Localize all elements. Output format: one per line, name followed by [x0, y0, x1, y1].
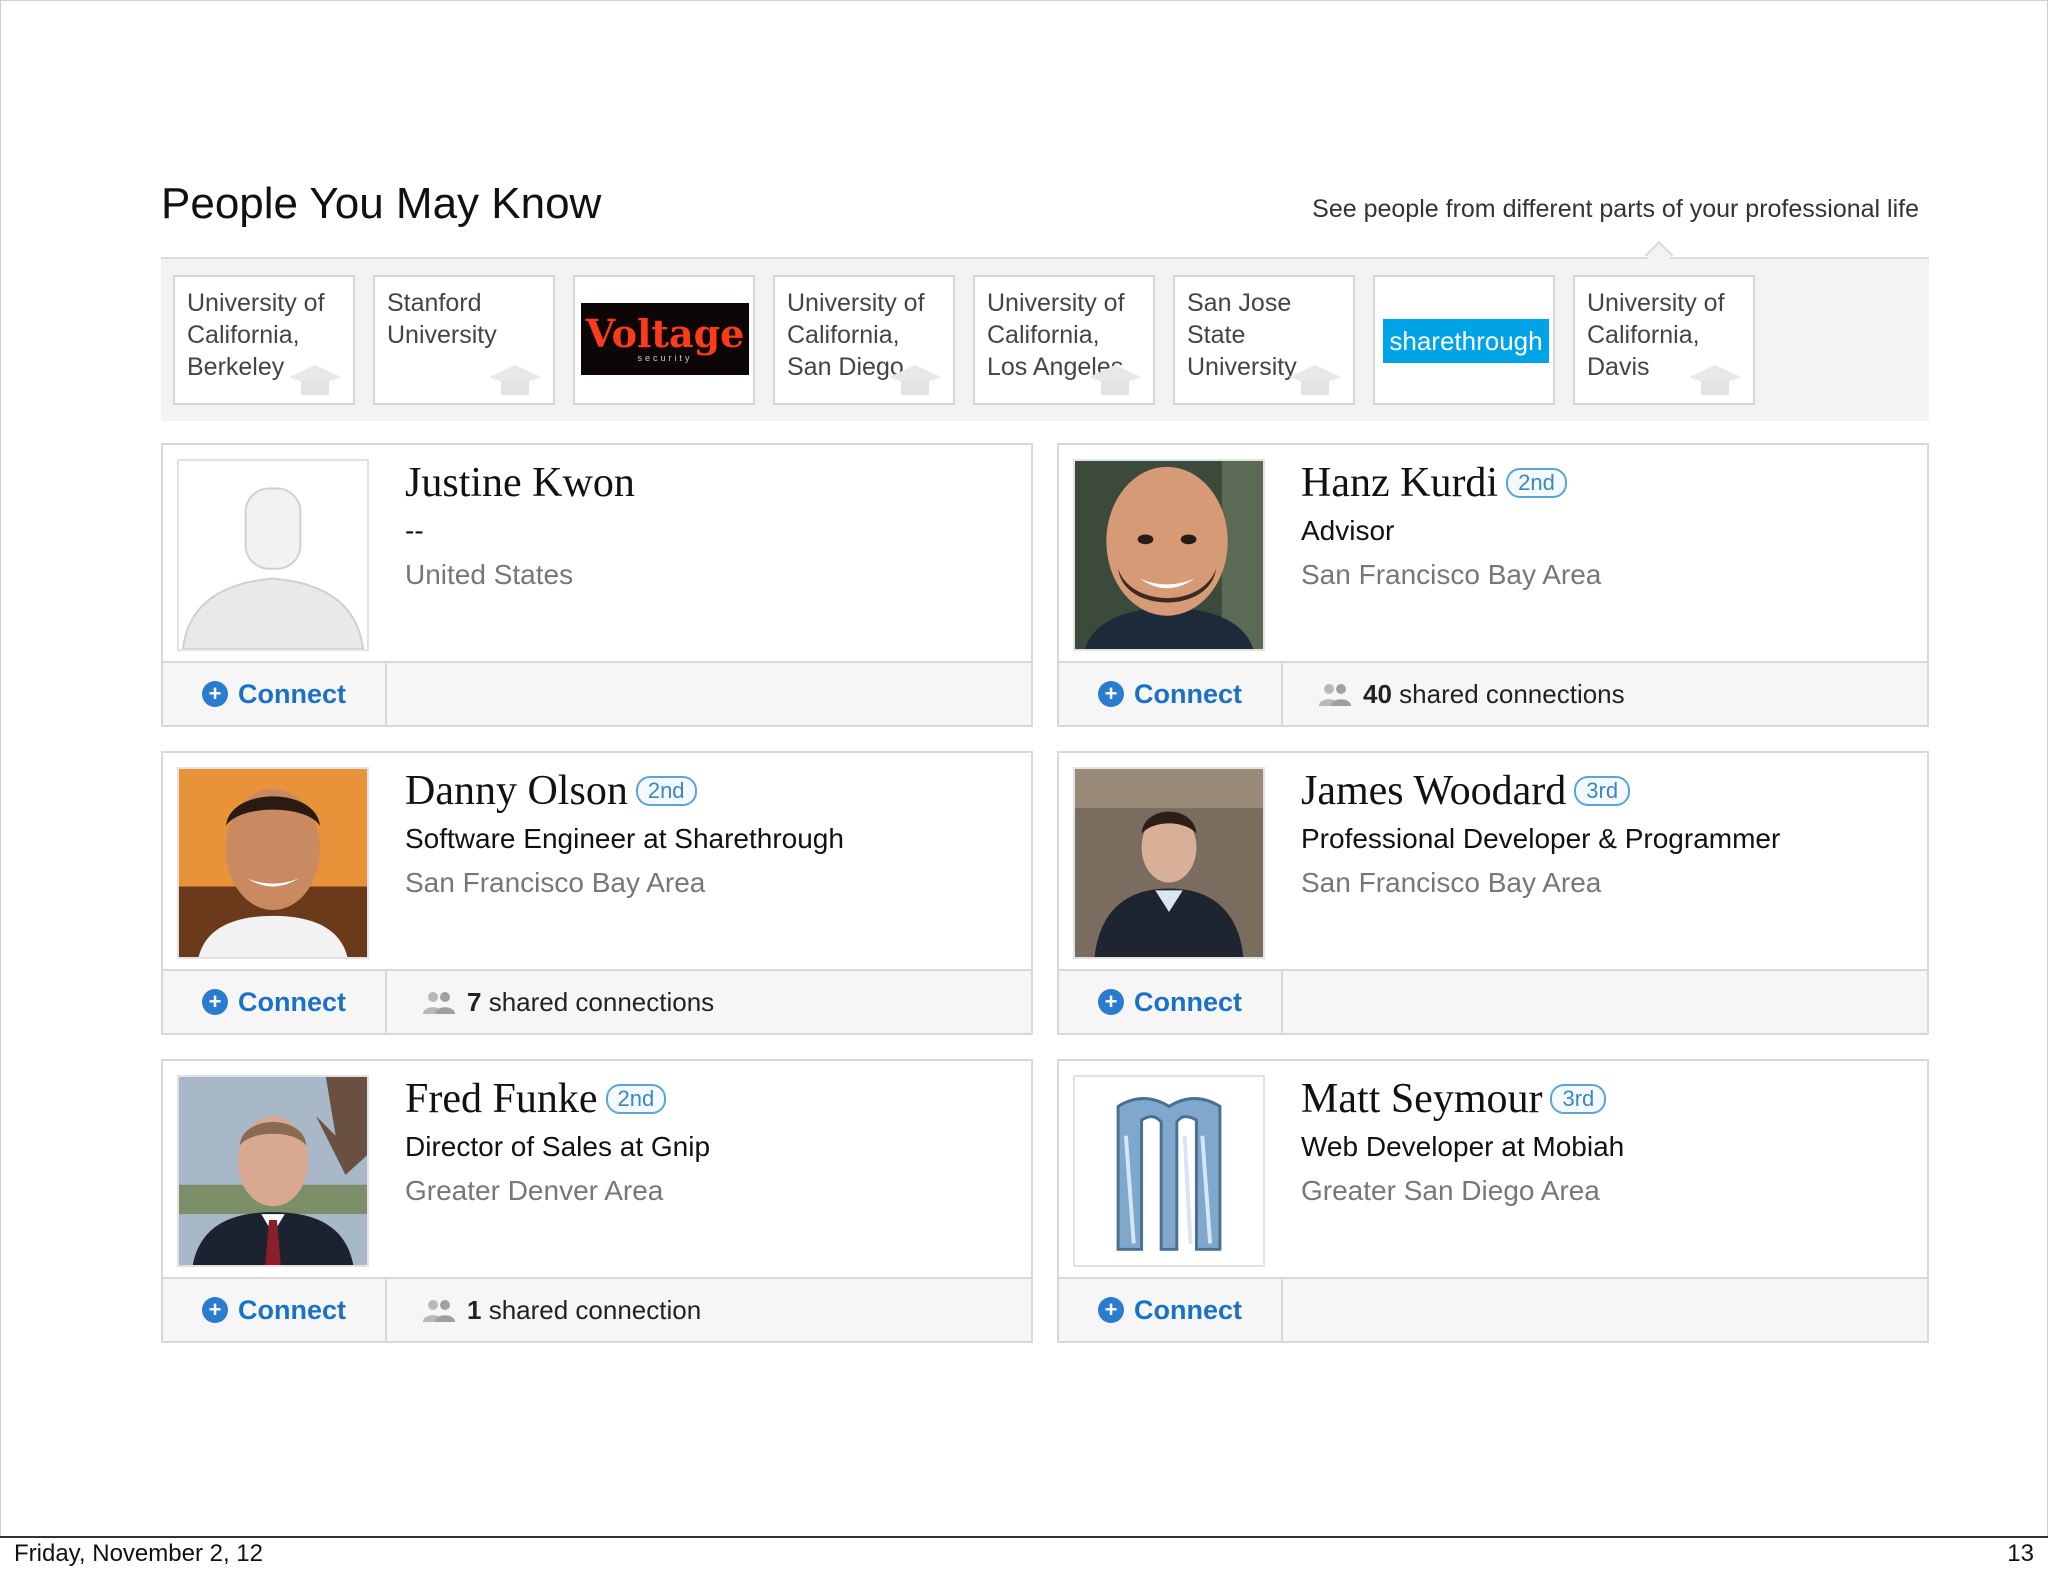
shared-connections-icon: [1319, 684, 1351, 706]
person-location: San Francisco Bay Area: [1301, 867, 1602, 898]
shared-connections-icon: [423, 992, 455, 1014]
shared-connections-icon: [423, 1300, 455, 1322]
bald-man-photo: [1075, 461, 1263, 649]
plus-circle-icon: +: [202, 989, 228, 1015]
plus-circle-icon: +: [202, 1297, 228, 1323]
connect-button[interactable]: + Connect: [163, 971, 387, 1033]
avatar[interactable]: [177, 767, 369, 959]
footer-date: Friday, November 2, 12: [14, 1540, 263, 1567]
person-card: Matt Seymour 3rd Web Developer at Mobiah…: [1057, 1059, 1929, 1343]
person-name[interactable]: James Woodard 3rd: [1301, 767, 1631, 815]
person-name[interactable]: Hanz Kurdi 2nd: [1301, 459, 1567, 507]
tab-label: San Jose State University: [1187, 289, 1297, 381]
connect-button[interactable]: + Connect: [163, 663, 387, 725]
card-footer: + Connect 1 shared connection: [163, 1277, 1031, 1341]
page-subtitle: See people from different parts of your …: [1312, 195, 1919, 223]
avatar[interactable]: [1073, 459, 1265, 651]
person-location: Greater San Diego Area: [1301, 1175, 1600, 1206]
connect-button[interactable]: + Connect: [163, 1279, 387, 1341]
connection-degree-badge: 2nd: [1506, 468, 1567, 498]
graduation-cap-icon: [289, 365, 341, 395]
connect-button[interactable]: + Connect: [1059, 971, 1283, 1033]
person-location: United States: [405, 559, 574, 590]
person-headline: --: [405, 515, 424, 546]
card-footer: + Connect: [1059, 1277, 1927, 1341]
category-tab-strip: University of California, Berkeley Stanfor…: [161, 259, 1929, 421]
plus-circle-icon: +: [1098, 681, 1124, 707]
plus-circle-icon: +: [1098, 1297, 1124, 1323]
connection-degree-badge: 3rd: [1574, 776, 1631, 806]
person-name[interactable]: Matt Seymour 3rd: [1301, 1075, 1607, 1123]
tab-voltage-security[interactable]: Voltage security: [573, 275, 755, 405]
graduation-cap-icon: [1689, 365, 1741, 395]
tab-label: Stanford University: [387, 289, 497, 349]
sweater-portrait-photo: [1075, 769, 1263, 957]
shared-connections-link[interactable]: 40 shared connections: [1317, 663, 1625, 725]
person-location: Greater Denver Area: [405, 1175, 664, 1206]
sharethrough-logo: sharethrough: [1383, 319, 1549, 363]
avatar[interactable]: [177, 1075, 369, 1267]
person-headline: Web Developer at Mobiah: [1301, 1131, 1625, 1162]
avatar[interactable]: [1073, 1075, 1265, 1267]
person-name[interactable]: Danny Olson 2nd: [405, 767, 697, 815]
tab-stanford[interactable]: Stanford University: [373, 275, 555, 405]
m-logo-photo: [1075, 1077, 1263, 1265]
default-avatar-icon: [179, 461, 367, 649]
card-footer: + Connect: [1059, 969, 1927, 1033]
shared-connections-link[interactable]: 1 shared connection: [421, 1279, 701, 1341]
person-card: Danny Olson 2nd Software Engineer at Sha…: [161, 751, 1033, 1035]
person-name[interactable]: Justine Kwon: [405, 459, 635, 507]
graduation-cap-icon: [489, 365, 541, 395]
person-headline: Professional Developer & Programmer: [1301, 823, 1781, 854]
connection-degree-badge: 3rd: [1550, 1084, 1607, 1114]
person-location: San Francisco Bay Area: [405, 867, 706, 898]
person-headline: Director of Sales at Gnip: [405, 1131, 711, 1162]
person-card: Justine Kwon -- United States + Connect: [161, 443, 1033, 727]
graduation-cap-icon: [889, 365, 941, 395]
page-number: 13: [2007, 1540, 2034, 1567]
connection-degree-badge: 2nd: [605, 1084, 667, 1114]
tab-uc-los-angeles[interactable]: University of California, Los Angeles: [973, 275, 1155, 405]
person-headline: Advisor: [1301, 515, 1395, 546]
connect-button[interactable]: + Connect: [1059, 1279, 1283, 1341]
slide-frame: People You May Know See people from diff…: [0, 0, 2048, 1537]
tab-uc-davis[interactable]: University of California, Davis: [1573, 275, 1755, 405]
card-footer: + Connect 40 shared connections: [1059, 661, 1927, 725]
connection-degree-badge: 2nd: [635, 776, 697, 806]
avatar[interactable]: [177, 459, 369, 651]
sunset-portrait-photo: [179, 769, 367, 957]
card-footer: + Connect 7 shared connections: [163, 969, 1031, 1033]
footer-divider: [0, 1536, 2048, 1538]
plus-circle-icon: +: [202, 681, 228, 707]
person-card: Fred Funke 2nd Director of Sales at Gnip…: [161, 1059, 1033, 1343]
voltage-logo: Voltage security: [581, 303, 749, 375]
tab-uc-berkeley[interactable]: University of California, Berkeley: [173, 275, 355, 405]
person-card: Hanz Kurdi 2nd Advisor San Francisco Bay…: [1057, 443, 1929, 727]
person-headline: Software Engineer at Sharethrough: [405, 823, 844, 854]
person-name[interactable]: Fred Funke 2nd: [405, 1075, 667, 1123]
avatar[interactable]: [1073, 767, 1265, 959]
tab-uc-san-diego[interactable]: University of California, San Diego: [773, 275, 955, 405]
plus-circle-icon: +: [1098, 989, 1124, 1015]
connect-button[interactable]: + Connect: [1059, 663, 1283, 725]
graduation-cap-icon: [1289, 365, 1341, 395]
tab-san-jose-state[interactable]: San Jose State University: [1173, 275, 1355, 405]
graduation-cap-icon: [1089, 365, 1141, 395]
person-card: James Woodard 3rd Professional Developer…: [1057, 751, 1929, 1035]
card-footer: + Connect: [163, 661, 1031, 725]
tab-sharethrough[interactable]: sharethrough: [1373, 275, 1555, 405]
shared-connections-link[interactable]: 7 shared connections: [421, 971, 714, 1033]
page-title: People You May Know: [161, 179, 602, 228]
person-location: San Francisco Bay Area: [1301, 559, 1602, 590]
suit-portrait-photo: [179, 1077, 367, 1265]
